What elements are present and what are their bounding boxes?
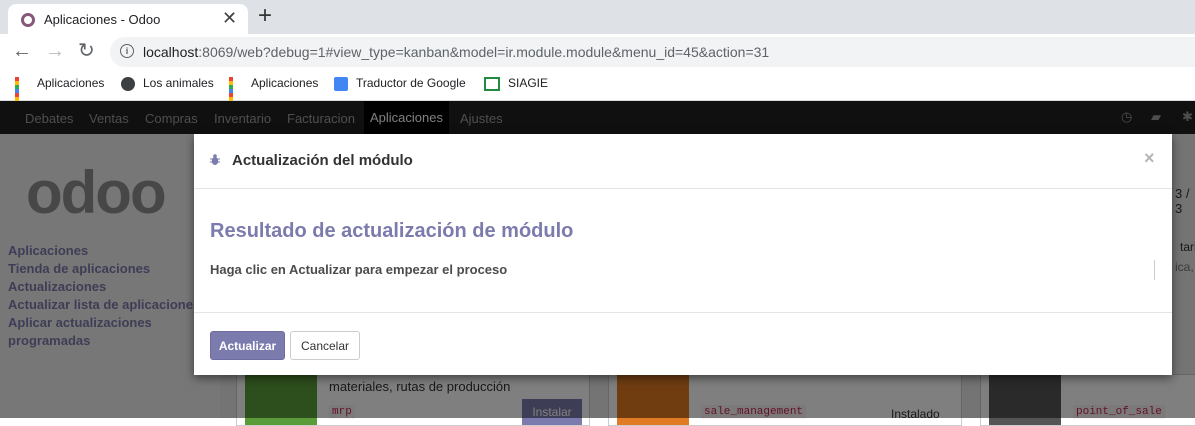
text-cursor-divider (1154, 260, 1155, 280)
bookmark-siagie[interactable]: SIAGIE (484, 76, 548, 91)
apps-grid-icon (229, 76, 243, 113)
modal-title: Actualización del módulo (232, 152, 413, 169)
info-icon[interactable]: i (120, 44, 134, 58)
new-tab-icon[interactable]: + (258, 3, 272, 29)
bug-icon (210, 154, 220, 165)
tab-title: Aplicaciones - Odoo (44, 12, 161, 27)
back-arrow-icon[interactable]: ← (12, 40, 32, 62)
bookmark-los-animales[interactable]: Los animales (121, 76, 214, 91)
bookmark-traductor[interactable]: Traductor de Google (334, 76, 466, 91)
globe-icon (121, 76, 135, 91)
url-text: localhost:8069/web?debug=1#view_type=kan… (143, 44, 770, 60)
reload-icon[interactable]: ↻ (78, 40, 95, 62)
modal-header: Actualización del módulo × (194, 134, 1172, 189)
update-button[interactable]: Actualizar (210, 331, 285, 360)
browser-tab[interactable]: Aplicaciones - Odoo ✕ (8, 4, 248, 34)
siagie-icon (484, 76, 500, 91)
odoo-favicon-icon (21, 13, 35, 27)
bookmark-aplicaciones-2[interactable]: Aplicaciones (229, 76, 318, 113)
result-heading: Resultado de actualización de módulo (210, 220, 574, 242)
apps-grid-icon (15, 76, 29, 113)
result-message: Haga clic en Actualizar para empezar el … (210, 262, 508, 277)
close-icon[interactable]: × (1144, 148, 1155, 169)
tab-close-icon[interactable]: ✕ (222, 8, 237, 28)
forward-arrow-icon[interactable]: → (45, 40, 65, 62)
update-modal: Actualización del módulo × Resultado de … (194, 134, 1172, 375)
browser-toolbar: ← → ↻ i localhost:8069/web?debug=1#view_… (0, 34, 1195, 70)
google-translate-icon (334, 76, 348, 91)
browser-tabstrip: Aplicaciones - Odoo ✕ + (0, 0, 1195, 34)
cancel-button[interactable]: Cancelar (290, 331, 360, 360)
address-bar[interactable]: i localhost:8069/web?debug=1#view_type=k… (110, 37, 1195, 67)
bookmark-aplicaciones[interactable]: Aplicaciones (15, 76, 104, 113)
bookmarks-bar: Aplicaciones Los animales Aplicaciones T… (0, 70, 1195, 113)
modal-footer: Actualizar Cancelar (194, 312, 1172, 376)
